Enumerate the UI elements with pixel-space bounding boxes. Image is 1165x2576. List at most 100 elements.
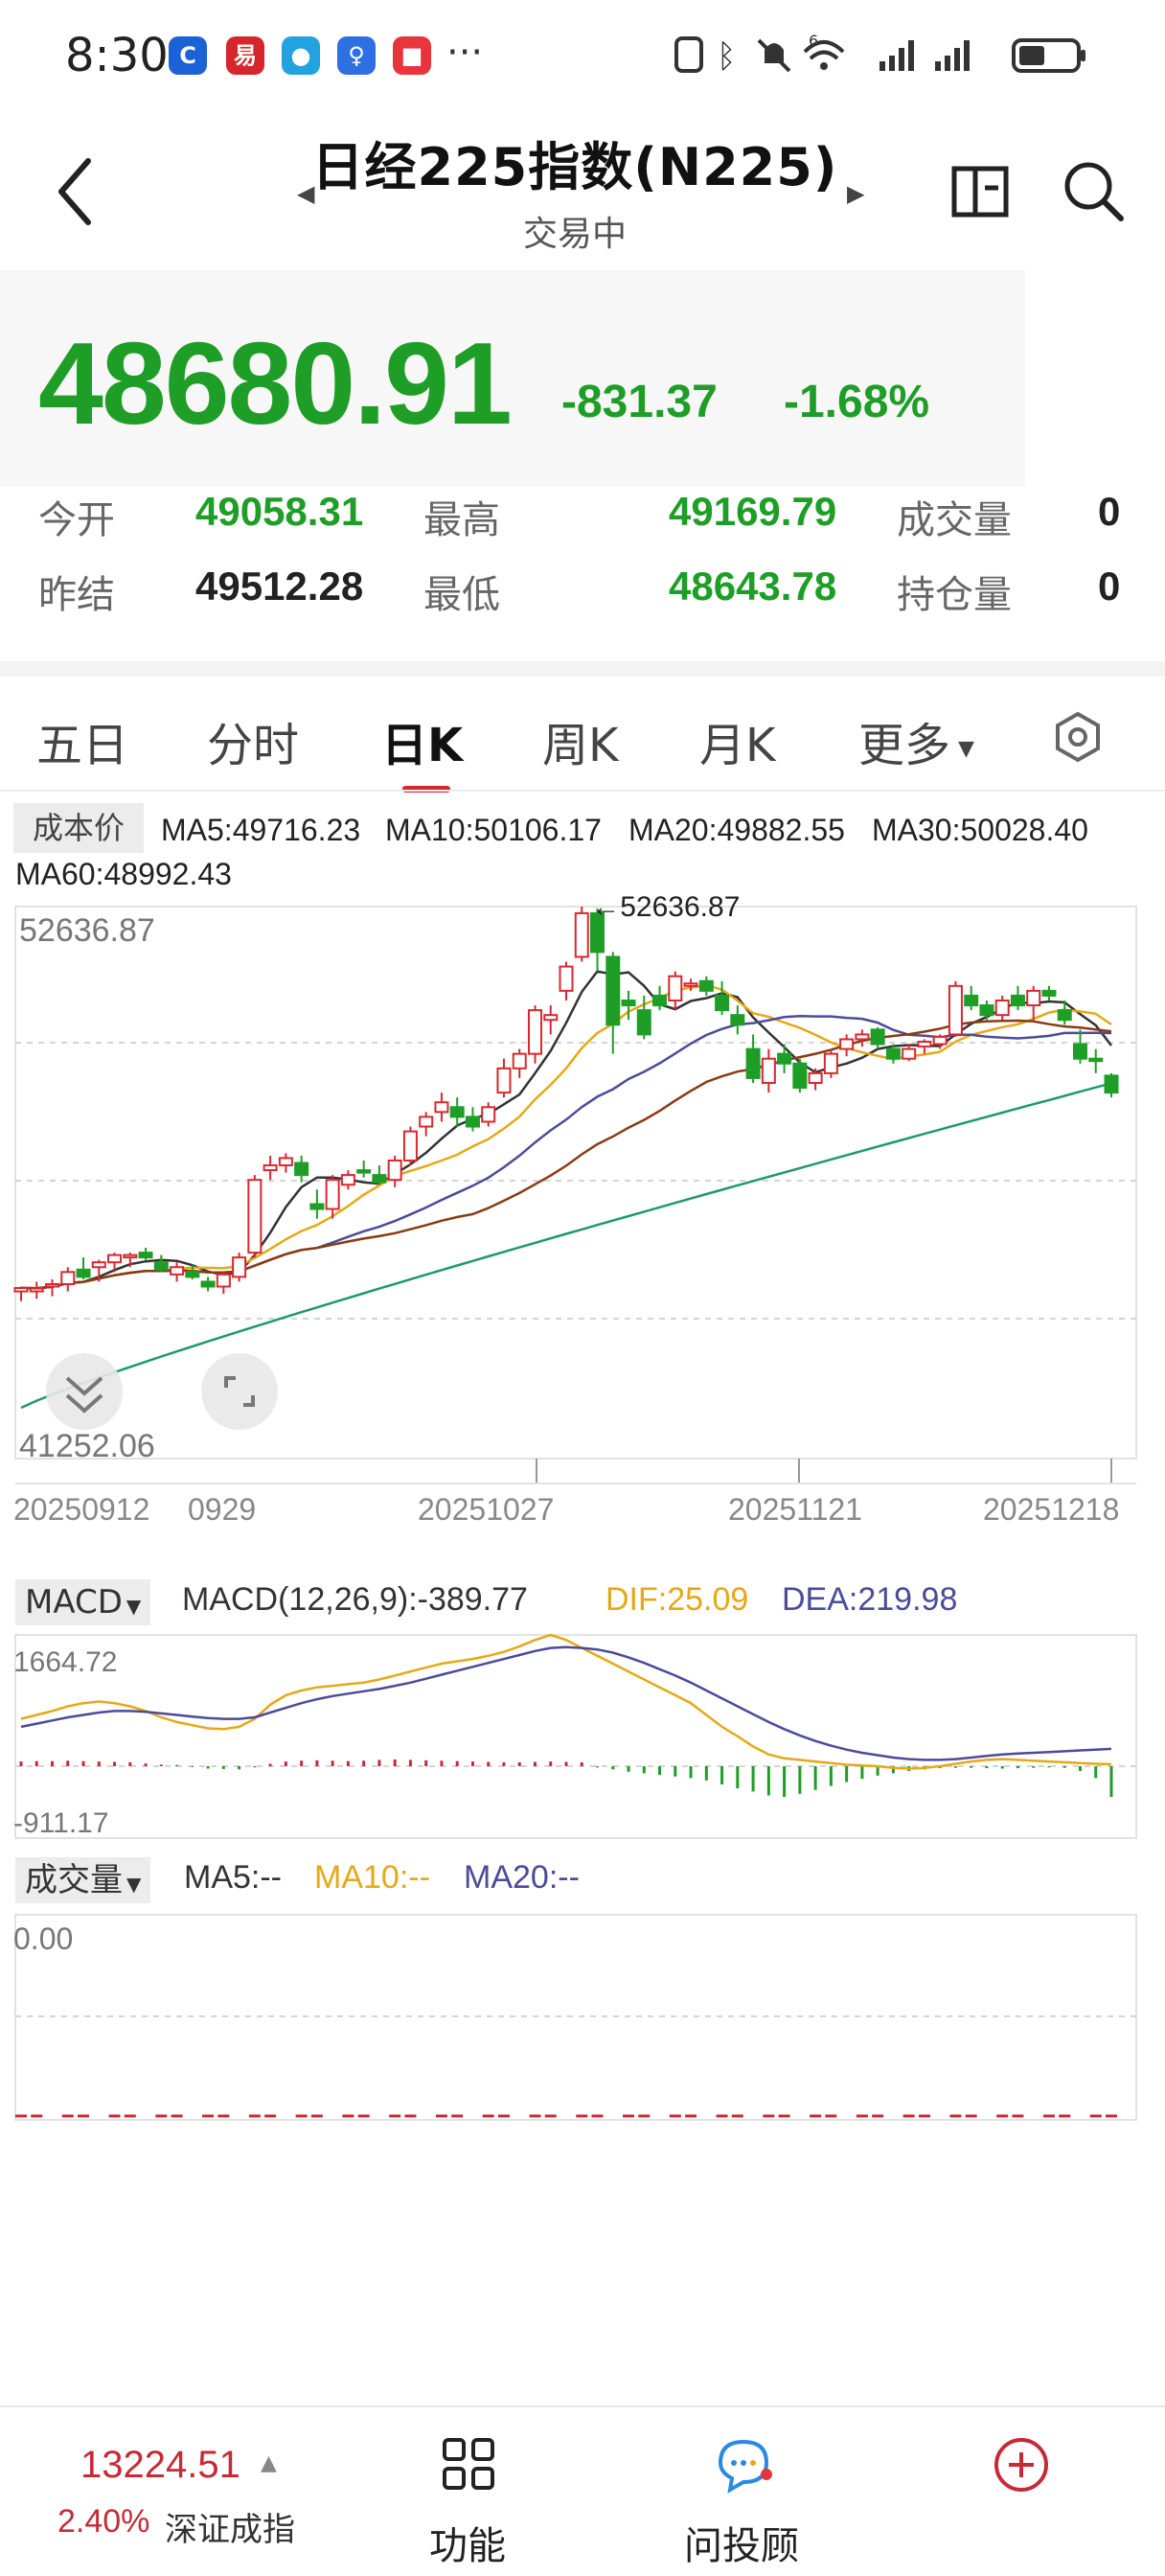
candle: [1010, 985, 1025, 1011]
candle: [527, 1005, 542, 1064]
candle: [387, 1155, 402, 1187]
bottom-bar: 13224.51 ▲ 2.40% 深证成指 功能 问投顾: [0, 2405, 1165, 2576]
candle: [715, 980, 730, 1016]
candle: [278, 1153, 293, 1173]
candle: [792, 1058, 808, 1093]
candle: [994, 995, 1010, 1021]
volume-chart[interactable]: 0.00: [0, 1907, 1165, 2137]
y-max-label: 52636.87: [19, 912, 155, 949]
peak-label: ←52636.87: [591, 891, 740, 923]
dea-line: [20, 1645, 1112, 1761]
candle: [745, 1034, 761, 1084]
chevron-down-icon: ▼: [126, 1873, 142, 1896]
candle: [870, 1026, 885, 1049]
candle: [200, 1276, 216, 1292]
collapse-button[interactable]: [46, 1353, 123, 1430]
candle: [964, 985, 979, 1011]
candle: [839, 1034, 855, 1057]
candle: [605, 952, 621, 1054]
candle: [402, 1126, 418, 1166]
ma5-line: [20, 970, 1112, 1290]
candle: [512, 1048, 527, 1078]
x-tick-label: 20251121: [728, 1492, 862, 1527]
dif-line: [20, 1633, 1112, 1770]
up-arrow-icon: ▲: [261, 2451, 277, 2475]
x-tick-label: 20251027: [418, 1492, 554, 1527]
volume-selector-label: 成交量: [25, 1861, 123, 1899]
macd-summary: MACD(12,26,9):-389.77: [182, 1581, 528, 1618]
candle: [419, 1112, 434, 1137]
y-min-label: 41252.06: [19, 1428, 155, 1464]
candle: [170, 1262, 185, 1282]
candle: [1057, 1000, 1072, 1025]
kline-chart[interactable]: 52636.87 41252.06 ←52636.87 20250912 0929…: [0, 0, 1165, 1572]
candle: [153, 1254, 169, 1273]
candle: [917, 1039, 932, 1054]
volume-ma5: MA5:--: [184, 1859, 282, 1896]
candle: [481, 1102, 496, 1127]
x-tick-label: 0929: [188, 1492, 256, 1527]
candle: [1104, 1072, 1119, 1098]
candle: [574, 907, 589, 962]
candle: [76, 1257, 91, 1279]
index-name: 深证成指: [165, 2511, 295, 2549]
candle: [434, 1092, 449, 1122]
candle: [216, 1272, 231, 1295]
candle: [13, 1286, 29, 1301]
add-circle-icon: [994, 2438, 1048, 2492]
macd-selector[interactable]: MACD ▼: [15, 1579, 151, 1625]
chat-bubble-icon: [718, 2439, 772, 2494]
candle: [1026, 985, 1041, 1021]
candle: [356, 1160, 372, 1178]
volume-ma20: MA20:--: [464, 1859, 580, 1896]
candle: [979, 1000, 994, 1021]
chevron-down-icon: ▼: [126, 1595, 142, 1618]
grid-apps-icon: [443, 2438, 494, 2490]
candle: [1088, 1048, 1104, 1073]
macd-y-max-label: 1664.72: [13, 1646, 117, 1678]
candle: [823, 1048, 838, 1078]
candle: [1072, 1029, 1087, 1064]
functions-label: 功能: [429, 2524, 506, 2568]
candle: [263, 1155, 278, 1181]
candle: [29, 1281, 44, 1300]
candle: [761, 1048, 776, 1093]
volume-y-label: 0.00: [13, 1921, 73, 1956]
macd-selector-label: MACD: [25, 1583, 123, 1622]
index-pct: 2.40%: [57, 2503, 150, 2540]
ma20-line: [20, 1015, 1112, 1290]
candle: [465, 1107, 480, 1132]
volume-selector[interactable]: 成交量 ▼: [15, 1857, 151, 1903]
candle: [232, 1253, 247, 1282]
volume-frame: [14, 1914, 1137, 2121]
candle: [372, 1165, 387, 1185]
x-tick-label: 20251218: [983, 1492, 1119, 1527]
candle: [294, 1155, 309, 1183]
volume-ma10: MA10:--: [314, 1859, 430, 1896]
macd-dea: DEA:219.98: [782, 1581, 958, 1618]
fullscreen-button[interactable]: [201, 1353, 278, 1430]
index-value: 13224.51: [80, 2444, 240, 2486]
candle: [668, 971, 683, 1011]
advisor-label: 问投顾: [684, 2524, 799, 2568]
candle: [855, 1029, 870, 1047]
candle: [340, 1170, 355, 1190]
candle: [1041, 985, 1057, 1000]
candle: [730, 1005, 745, 1035]
candle: [948, 980, 963, 1037]
candle: [449, 1097, 465, 1127]
ma30-line: [20, 1019, 1112, 1290]
macd-y-min-label: -911.17: [13, 1807, 109, 1839]
x-tick-label: 20250912: [13, 1492, 149, 1527]
ma60-line: [20, 1082, 1112, 1410]
candle: [496, 1058, 512, 1098]
candle: [902, 1044, 917, 1062]
ma10-line: [20, 983, 1112, 1290]
candle: [309, 1189, 325, 1219]
candle: [559, 961, 574, 1000]
macd-chart[interactable]: 1664.72 -911.17: [0, 1629, 1165, 1878]
kline-frame: [14, 906, 1137, 1460]
candle: [138, 1248, 153, 1260]
candle: [60, 1267, 76, 1292]
candle: [543, 1005, 559, 1035]
